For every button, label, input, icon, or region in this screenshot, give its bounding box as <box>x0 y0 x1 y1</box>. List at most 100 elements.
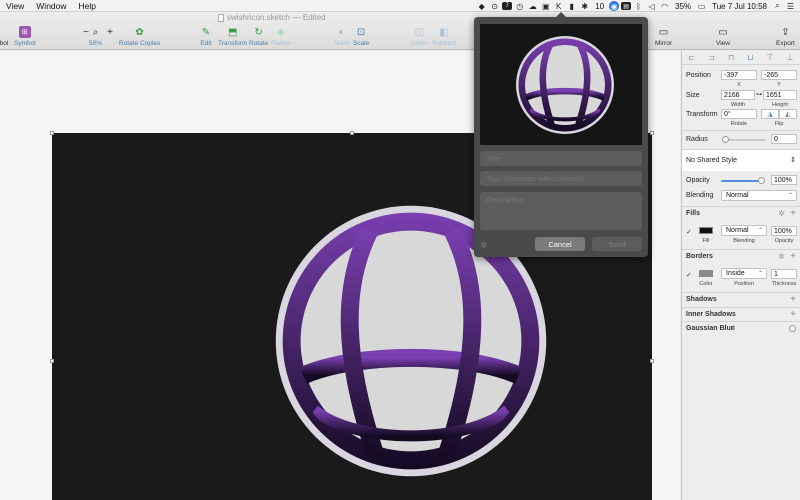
shared-style-row[interactable]: No Shared Style ⇕ <box>682 149 800 171</box>
height-field[interactable]: 1651 <box>763 90 797 100</box>
k-icon[interactable]: K <box>553 1 564 11</box>
edit-label: Edit <box>200 40 212 47</box>
dropbox-icon[interactable]: ◆ <box>476 1 487 11</box>
scale-icon: ⊡ <box>356 26 366 38</box>
fills-add-icon[interactable]: + <box>790 208 796 219</box>
radius-slider[interactable] <box>722 136 766 143</box>
fill-enabled-checkbox[interactable]: ✓ <box>686 228 693 236</box>
mirror-button[interactable]: ▭ Mirror <box>655 26 672 48</box>
mask-button[interactable]: ◐ Mask <box>334 26 350 48</box>
symbol-button[interactable]: ⊞ Symbol <box>14 26 36 47</box>
share-title-input[interactable] <box>480 151 642 166</box>
gaussian-blur-section-header[interactable]: Gaussian Blur ⇕ <box>682 321 800 335</box>
borders-gear-icon[interactable]: ✲ <box>778 252 785 261</box>
edit-button[interactable]: ✎ Edit <box>200 26 212 48</box>
clock-icon[interactable]: ◷ <box>514 1 525 11</box>
notification-icon[interactable]: ☰ <box>785 1 796 11</box>
status-area: ◆ ⊙ 7 ◷ ☁ ▣ K ▮ ✱ 10 ◉ ▤ ᛒ ◁ ◠ 35% ▭ Tue… <box>476 0 800 12</box>
zoom-control[interactable]: ⌕ 50% <box>89 26 102 48</box>
fill-color-swatch[interactable] <box>699 227 713 234</box>
document-name: swishricon.sketch <box>227 13 290 22</box>
cancel-button[interactable]: Cancel <box>535 237 585 251</box>
position-y-field[interactable]: -265 <box>761 70 797 80</box>
align-top-icon[interactable]: ⊔ <box>747 53 753 62</box>
flip-vertical-icon[interactable]: ◭ <box>779 109 797 119</box>
width-field[interactable]: 2166 <box>721 90 755 100</box>
blank-icon <box>0 26 10 38</box>
position-x-field[interactable]: -397 <box>721 70 757 80</box>
toolbar-cut-button[interactable]: bol <box>0 26 10 47</box>
align-middle-icon[interactable]: ⊤ <box>766 53 773 62</box>
border-color-swatch[interactable] <box>699 270 713 277</box>
align-left-icon[interactable]: ⊏ <box>689 53 696 62</box>
subtract-button[interactable]: ◧ Subtract <box>432 26 456 48</box>
align-bottom-icon[interactable]: ⊥ <box>786 53 793 62</box>
union-button[interactable]: ◫ Union <box>411 26 428 48</box>
align-center-icon[interactable]: ⊐ <box>708 53 715 62</box>
flip-horizontal-icon[interactable]: ◮ <box>761 109 779 119</box>
scale-button[interactable]: ⊡ Scale <box>353 26 369 48</box>
zoom-in-button[interactable]: + <box>104 26 116 40</box>
bluetooth-icon[interactable]: ᛒ <box>633 1 644 11</box>
clock-datetime[interactable]: Tue 7 Jul 10:58 <box>709 2 770 11</box>
border-enabled-checkbox[interactable]: ✓ <box>686 271 693 279</box>
blur-toggle[interactable] <box>789 325 796 332</box>
border-thickness-field[interactable]: 1 <box>771 269 797 279</box>
alignment-bar: ⊏ ⊐ ⊓ ⊔ ⊤ ⊥ <box>682 51 800 65</box>
union-icon: ◫ <box>414 26 425 38</box>
inner-shadows-section-header: Inner Shadows + <box>682 307 800 321</box>
gear-icon[interactable]: ✲ <box>480 240 488 251</box>
share-icon[interactable]: ◉ <box>609 1 620 11</box>
volume-icon[interactable]: ◁ <box>646 1 657 11</box>
fill-blending-select[interactable]: Normal <box>721 225 767 236</box>
flatten-button[interactable]: ◈ Flatten <box>271 26 291 48</box>
selection-handle-top-mid[interactable] <box>350 131 354 135</box>
cloud-icon[interactable]: ☁ <box>527 1 538 11</box>
share-tags-input[interactable] <box>480 171 642 186</box>
battery-icon[interactable]: ▭ <box>696 1 707 11</box>
selection-handle-top-right[interactable] <box>650 131 654 135</box>
opacity-field[interactable]: 100% <box>771 175 797 185</box>
share-description-input[interactable] <box>480 192 642 230</box>
lastpass-icon[interactable]: ✱ <box>579 1 590 11</box>
selection-handle-mid-right[interactable] <box>650 359 654 363</box>
position-label: Position <box>686 72 711 79</box>
export-button[interactable]: ⇪ Export <box>776 26 795 48</box>
rotate-field[interactable]: 0° <box>721 109 757 119</box>
fills-title: Fills <box>686 210 701 217</box>
radius-field[interactable]: 0 <box>771 134 797 144</box>
lock-icon[interactable]: ⊶ <box>756 91 762 98</box>
send-button[interactable]: Send <box>592 237 642 251</box>
shadows-add-icon[interactable]: + <box>790 294 796 305</box>
fill-opacity-field[interactable]: 100% <box>771 226 797 236</box>
borders-add-icon[interactable]: + <box>790 251 796 262</box>
rotate-button[interactable]: ↻ Rotate <box>249 26 268 48</box>
opacity-slider[interactable] <box>721 177 765 184</box>
app-icon[interactable]: ⊙ <box>489 1 500 11</box>
view-button[interactable]: ▭ View <box>716 26 730 48</box>
box-icon[interactable]: ▣ <box>540 1 551 11</box>
inner-shadows-add-icon[interactable]: + <box>790 309 796 320</box>
opacity-slider-knob[interactable] <box>758 177 765 184</box>
selection-handle-mid-left[interactable] <box>50 359 54 363</box>
menu-help[interactable]: Help <box>73 1 102 11</box>
rotate-copies-button[interactable]: ✿ Rotate Copies <box>119 26 160 48</box>
wifi-icon[interactable]: ◠ <box>659 1 670 11</box>
transform-button[interactable]: ⬒ Transform <box>218 26 247 48</box>
calendar-icon[interactable]: 7 <box>502 2 513 10</box>
subtract-icon: ◧ <box>439 26 449 38</box>
magnifier-icon: ⌕ <box>92 26 99 38</box>
battery-monitor-icon[interactable]: ▤ <box>621 2 632 10</box>
bar-icon[interactable]: ▮ <box>566 1 577 11</box>
fills-gear-icon[interactable]: ✲ <box>778 209 785 218</box>
document-state: — Edited <box>292 13 326 22</box>
selection-handle-top-left[interactable] <box>50 131 54 135</box>
search-icon[interactable]: ⌕ <box>772 1 783 11</box>
border-position-select[interactable]: Inside <box>721 268 767 279</box>
blending-select[interactable]: Normal <box>721 190 797 201</box>
menu-window[interactable]: Window <box>30 1 72 11</box>
fill-opacity-label: Opacity <box>774 238 794 244</box>
menu-view[interactable]: View <box>0 1 30 11</box>
align-right-icon[interactable]: ⊓ <box>728 53 734 62</box>
radius-slider-knob[interactable] <box>722 136 729 143</box>
